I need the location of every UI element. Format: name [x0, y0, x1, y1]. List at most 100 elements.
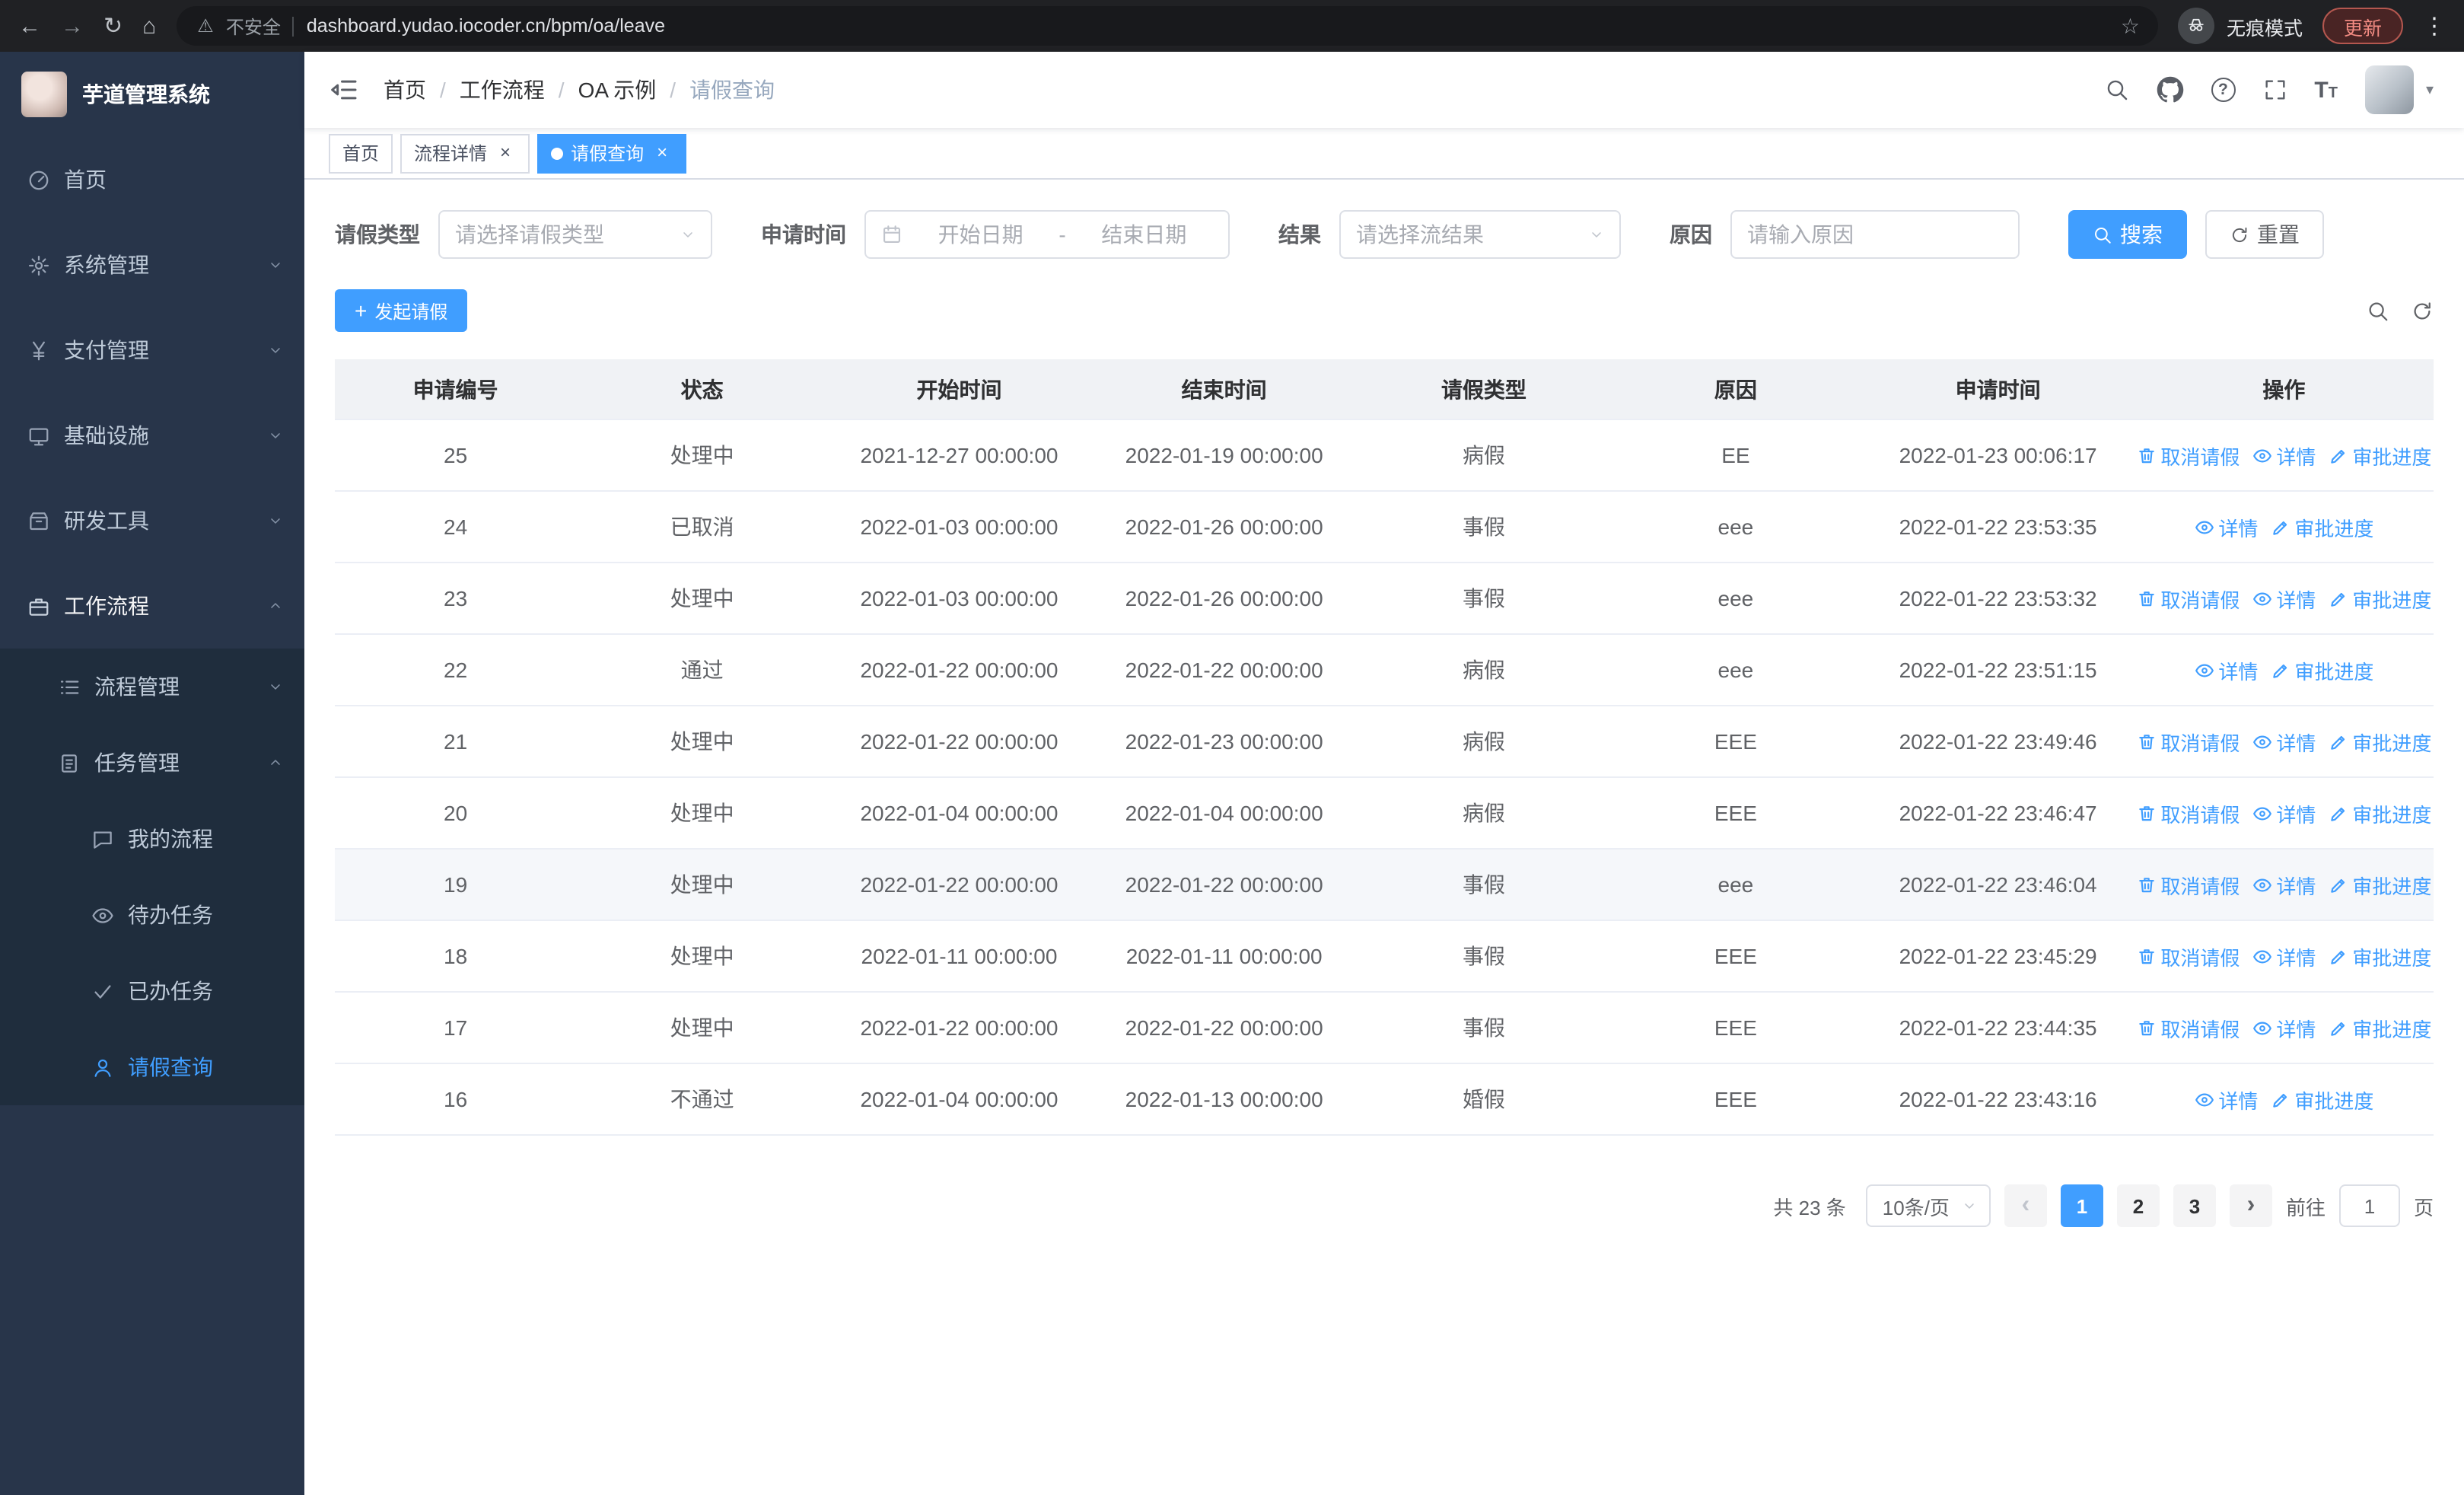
detail-link[interactable]: 详情 [2252, 870, 2316, 899]
col-start-time: 开始时间 [916, 377, 1002, 401]
approval-progress-link[interactable]: 审批进度 [2328, 1013, 2431, 1042]
home-icon[interactable]: ⌂ [142, 14, 156, 37]
detail-link[interactable]: 详情 [2252, 584, 2316, 613]
start-date-placeholder[interactable]: 开始日期 [912, 219, 1049, 250]
sidebar-item-infrastructure[interactable]: 基础设施 [0, 393, 304, 478]
avatar-caret-icon[interactable]: ▾ [2426, 81, 2434, 98]
sidebar-item-payment-mgmt[interactable]: 支付管理 [0, 308, 304, 393]
page-button-1[interactable]: 1 [2060, 1184, 2103, 1227]
cell-apply-id: 18 [444, 944, 468, 968]
sidebar-item-done-tasks[interactable]: 已办任务 [0, 953, 304, 1029]
filter-form: 请假类型 请选择请假类型 申请时间 开始日期 - 结束日期 结果 请选择流结果 … [335, 210, 2434, 259]
github-icon[interactable] [2156, 76, 2183, 104]
table-row: 19 处理中 2022-01-22 00:00:00 2022-01-22 00… [335, 850, 2434, 921]
page-size-select[interactable]: 10条/页 [1865, 1184, 1991, 1227]
detail-link[interactable]: 详情 [2252, 942, 2316, 971]
approval-progress-link[interactable]: 审批进度 [2270, 1085, 2373, 1114]
trash-icon [2136, 1018, 2156, 1038]
next-page-button[interactable]: › [2229, 1184, 2272, 1227]
cancel-leave-link[interactable]: 取消请假 [2136, 870, 2240, 899]
sidebar-item-my-process[interactable]: 我的流程 [0, 801, 304, 877]
help-icon[interactable]: ? [2211, 78, 2236, 102]
update-button[interactable]: 更新 [2322, 8, 2403, 44]
bookmark-star-icon[interactable]: ☆ [2109, 13, 2152, 39]
url-text[interactable]: dashboard.yudao.iocoder.cn/bpm/oa/leave [307, 15, 2096, 37]
cancel-leave-link[interactable]: 取消请假 [2136, 1013, 2240, 1042]
tab-process-detail[interactable]: 流程详情 × [400, 133, 530, 173]
tab-leave-query[interactable]: 请假查询 × [537, 133, 687, 173]
fullscreen-icon[interactable] [2262, 78, 2287, 102]
search-toggle-icon[interactable] [2367, 299, 2389, 322]
sidebar-item-process-mgmt[interactable]: 流程管理 [0, 649, 304, 725]
eye-icon [2252, 803, 2271, 823]
breadcrumb-separator: / [440, 78, 446, 102]
breadcrumb-item-home[interactable]: 首页 [384, 75, 426, 105]
detail-link[interactable]: 详情 [2252, 799, 2316, 827]
sidebar-item-task-mgmt[interactable]: 任务管理 [0, 725, 304, 801]
cancel-leave-link[interactable]: 取消请假 [2136, 441, 2240, 470]
approval-progress-link[interactable]: 审批进度 [2270, 655, 2373, 684]
cell-reason: eee [1717, 586, 1754, 610]
approval-progress-link[interactable]: 审批进度 [2328, 942, 2431, 971]
collapse-sidebar-icon[interactable] [329, 75, 359, 105]
breadcrumb-item-workflow[interactable]: 工作流程 [460, 75, 545, 105]
cancel-leave-link[interactable]: 取消请假 [2136, 584, 2240, 613]
refresh-table-icon[interactable] [2411, 299, 2434, 322]
sidebar-item-todo-tasks[interactable]: 待办任务 [0, 877, 304, 953]
page-button-3[interactable]: 3 [2173, 1184, 2216, 1227]
sidebar-item-workflow[interactable]: 工作流程 [0, 563, 304, 649]
create-leave-button[interactable]: + 发起请假 [335, 289, 468, 332]
detail-link[interactable]: 详情 [2252, 727, 2316, 756]
approval-progress-link[interactable]: 审批进度 [2328, 870, 2431, 899]
search-icon[interactable] [2104, 78, 2128, 102]
forward-icon[interactable]: → [61, 14, 84, 37]
approval-progress-link[interactable]: 审批进度 [2328, 799, 2431, 827]
cell-apply-time: 2022-01-22 23:53:35 [1899, 515, 2097, 539]
detail-link[interactable]: 详情 [2252, 441, 2316, 470]
breadcrumb-item-oa-example[interactable]: OA 示例 [578, 75, 657, 105]
reset-button[interactable]: 重置 [2205, 210, 2324, 259]
sidebar-item-system-mgmt[interactable]: 系统管理 [0, 222, 304, 308]
browser-menu-icon[interactable]: ⋮ [2423, 12, 2446, 40]
close-tab-icon[interactable]: × [495, 142, 516, 164]
gear-icon [27, 253, 50, 276]
approval-progress-link[interactable]: 审批进度 [2328, 441, 2431, 470]
cell-end-time: 2022-01-22 00:00:00 [1125, 658, 1323, 682]
font-size-icon[interactable]: TT [2314, 78, 2338, 101]
detail-link[interactable]: 详情 [2252, 1013, 2316, 1042]
sidebar-item-home[interactable]: 首页 [0, 137, 304, 222]
cancel-leave-link[interactable]: 取消请假 [2136, 727, 2240, 756]
breadcrumb: 首页 / 工作流程 / OA 示例 / 请假查询 [384, 75, 775, 105]
reload-icon[interactable]: ↻ [103, 14, 123, 37]
detail-link[interactable]: 详情 [2194, 512, 2258, 541]
app-logo[interactable]: 芋道管理系统 [0, 52, 304, 137]
security-label[interactable]: 不安全 [226, 13, 281, 39]
apply-time-range-picker[interactable]: 开始日期 - 结束日期 [864, 210, 1230, 259]
user-avatar[interactable] [2364, 65, 2414, 114]
sidebar-item-leave-query[interactable]: 请假查询 [0, 1029, 304, 1105]
goto-page-input[interactable] [2338, 1184, 2400, 1227]
cancel-leave-link[interactable]: 取消请假 [2136, 942, 2240, 971]
result-select[interactable]: 请选择流结果 [1339, 210, 1621, 259]
tags-bar: 首页 流程详情 × 请假查询 × [304, 128, 2464, 180]
end-date-placeholder[interactable]: 结束日期 [1075, 219, 1213, 250]
cell-actions: 取消请假 详情 审批进度 [2135, 799, 2434, 827]
page-button-2[interactable]: 2 [2116, 1184, 2160, 1227]
close-tab-icon[interactable]: × [651, 142, 673, 164]
list-icon [58, 675, 81, 698]
back-icon[interactable]: ← [18, 14, 41, 37]
col-leave-type: 请假类型 [1441, 377, 1526, 401]
prev-page-button[interactable]: ‹ [2004, 1184, 2047, 1227]
detail-link[interactable]: 详情 [2194, 655, 2258, 684]
sidebar-item-dev-tools[interactable]: 研发工具 [0, 478, 304, 563]
tab-home[interactable]: 首页 [329, 133, 393, 173]
leave-type-select[interactable]: 请选择请假类型 [438, 210, 712, 259]
detail-link[interactable]: 详情 [2194, 1085, 2258, 1114]
approval-progress-link[interactable]: 审批进度 [2328, 727, 2431, 756]
search-button[interactable]: 搜索 [2068, 210, 2187, 259]
address-bar[interactable]: ⚠ 不安全 dashboard.yudao.iocoder.cn/bpm/oa/… [176, 6, 2158, 46]
approval-progress-link[interactable]: 审批进度 [2328, 584, 2431, 613]
reason-input[interactable] [1730, 210, 2020, 259]
approval-progress-link[interactable]: 审批进度 [2270, 512, 2373, 541]
cancel-leave-link[interactable]: 取消请假 [2136, 799, 2240, 827]
